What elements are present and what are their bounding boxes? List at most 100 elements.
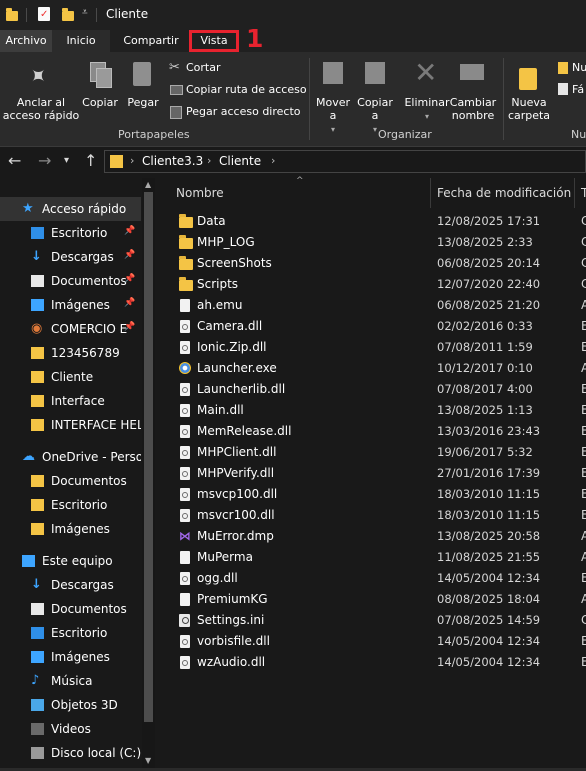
sidebar-item[interactable]: Documentos (0, 597, 141, 621)
file-row[interactable]: ah.emu 06/08/2025 21:20 A (157, 295, 586, 316)
back-arrow-icon[interactable]: ← (8, 151, 21, 170)
up-arrow-icon[interactable]: ↑ (84, 151, 97, 170)
sidebar-item[interactable]: INTERFACE HELP (0, 413, 141, 437)
file-row[interactable]: Launcherlib.dll 07/08/2017 4:00 E (157, 379, 586, 400)
file-row[interactable]: MuPerma 11/08/2025 21:55 A (157, 547, 586, 568)
sidebar-item[interactable]: ★ Acceso rápido (0, 197, 141, 221)
sidebar-item[interactable]: Imágenes (0, 645, 141, 669)
file-row[interactable]: MemRelease.dll 13/03/2016 23:43 E (157, 421, 586, 442)
file-row[interactable]: ogg.dll 14/05/2004 12:34 E (157, 568, 586, 589)
file-row[interactable]: Data 12/08/2025 17:31 C (157, 211, 586, 232)
file-row[interactable]: Camera.dll 02/02/2016 0:33 E (157, 316, 586, 337)
pin-icon[interactable]: 📌 (124, 250, 135, 260)
pin-icon[interactable]: 📌 (124, 274, 135, 284)
file-row[interactable]: wzAudio.dll 14/05/2004 12:34 E (157, 652, 586, 673)
file-type: E (581, 466, 586, 480)
file-date-modified: 11/08/2025 21:55 (437, 550, 541, 564)
sidebar-item[interactable]: Imágenes 📌 (0, 293, 141, 317)
sidebar-item[interactable]: Interface (0, 389, 141, 413)
file-date-modified: 07/08/2011 1:59 (437, 340, 533, 354)
copy-path-button[interactable]: Copiar ruta de acceso (186, 83, 307, 96)
scissors-icon: ✂ (169, 60, 180, 75)
file-row[interactable]: msvcr100.dll 18/03/2010 11:15 E (157, 505, 586, 526)
new-folder-quick-icon[interactable] (62, 8, 74, 21)
file-name: Settings.ini (197, 613, 265, 627)
file-row[interactable]: PremiumKG 08/08/2025 18:04 A (157, 589, 586, 610)
sidebar-item[interactable]: Cliente (0, 365, 141, 389)
file-row[interactable]: Ionic.Zip.dll 07/08/2011 1:59 E (157, 337, 586, 358)
paste-shortcut-button[interactable]: Pegar acceso directo (186, 105, 301, 118)
sidebar-item[interactable]: Documentos 📌 (0, 269, 141, 293)
sidebar-item[interactable]: Documentos (0, 469, 141, 493)
file-row[interactable]: Settings.ini 07/08/2025 14:59 C (157, 610, 586, 631)
sidebar-item[interactable]: ♪ Música (0, 669, 141, 693)
sidebar-item[interactable]: Disco local (C:) (0, 741, 141, 765)
sort-up-icon: ^ (296, 176, 304, 186)
file-row[interactable]: msvcp100.dll 18/03/2010 11:15 E (157, 484, 586, 505)
file-row[interactable]: MHPClient.dll 19/06/2017 5:32 E (157, 442, 586, 463)
scroll-up-icon[interactable]: ▲ (145, 180, 151, 189)
paste-button[interactable]: Pegar (122, 96, 164, 109)
address-bar[interactable]: › Cliente3.3 › Cliente › (104, 150, 586, 173)
tab-view[interactable]: Vista (189, 30, 239, 52)
column-header-name[interactable]: Nombre (176, 186, 224, 200)
column-separator[interactable] (430, 178, 431, 208)
recent-locations-chevron-icon[interactable]: ▾ (64, 155, 69, 166)
scrollbar-thumb[interactable] (144, 192, 153, 722)
pin-icon[interactable]: 📌 (124, 322, 135, 332)
new-item-button[interactable]: Nu (572, 61, 586, 74)
file-row[interactable]: MHPVerify.dll 27/01/2016 17:39 E (157, 463, 586, 484)
move-to-icon (323, 62, 343, 84)
pin-icon[interactable]: 📌 (124, 226, 135, 236)
sidebar-item[interactable]: Escritorio 📌 (0, 221, 141, 245)
folder-icon (31, 371, 44, 383)
sidebar-item[interactable]: Objetos 3D (0, 693, 141, 717)
document-icon (31, 275, 44, 287)
easy-access-button[interactable]: Fá (572, 83, 584, 96)
sidebar-item[interactable]: ☁ OneDrive - Person (0, 445, 141, 469)
file-row[interactable]: MHP_LOG 13/08/2025 2:33 C (157, 232, 586, 253)
cut-button[interactable]: Cortar (186, 61, 221, 74)
file-row[interactable]: vorbisfile.dll 14/05/2004 12:34 E (157, 631, 586, 652)
forward-arrow-icon[interactable]: → (38, 151, 51, 170)
sidebar-item[interactable]: Escritorio (0, 621, 141, 645)
delete-button[interactable]: Eliminar ▾ (402, 96, 452, 123)
new-group-label: Nu (571, 128, 586, 141)
dll-icon (180, 383, 190, 396)
sidebar-item[interactable]: ◉ COMERCIO E 📌 (0, 317, 141, 341)
tab-home[interactable]: Inicio (52, 30, 110, 52)
rename-button[interactable]: Cambiar nombre (448, 96, 498, 122)
sidebar-item[interactable]: Este equipo (0, 549, 141, 573)
sidebar-item[interactable]: Videos (0, 717, 141, 741)
customize-quick-access-icon[interactable]: ⩡ (82, 7, 88, 18)
column-header-date[interactable]: Fecha de modificación (437, 186, 571, 200)
tab-share[interactable]: Compartir (118, 30, 184, 52)
pin-icon[interactable]: 📌 (124, 298, 135, 308)
sidebar-item-label: Descargas (51, 578, 114, 592)
column-separator[interactable] (574, 178, 575, 208)
sidebar-item[interactable]: 123456789 (0, 341, 141, 365)
breadcrumb-cliente33[interactable]: Cliente3.3 (142, 154, 203, 168)
sidebar-item-label: COMERCIO E (51, 322, 128, 336)
move-to-button[interactable]: Mover a ▾ (312, 96, 354, 136)
file-row[interactable]: ⋈ MuError.dmp 13/08/2025 20:58 A (157, 526, 586, 547)
tab-file[interactable]: Archivo (0, 30, 52, 52)
sidebar-item[interactable]: Imágenes (0, 517, 141, 541)
properties-icon[interactable]: ✓ (38, 7, 50, 21)
file-row[interactable]: ScreenShots 06/08/2025 20:14 C (157, 253, 586, 274)
copy-button[interactable]: Copiar (80, 96, 120, 109)
pin-quick-access-button[interactable]: Anclar al acceso rápido (2, 96, 80, 122)
sidebar-item[interactable]: ↓ Descargas (0, 573, 141, 597)
file-row[interactable]: Scripts 12/07/2020 22:40 C (157, 274, 586, 295)
column-header-type[interactable]: T (581, 186, 586, 200)
sidebar-item-label: Documentos (51, 474, 127, 488)
file-row[interactable]: Main.dll 13/08/2025 1:13 E (157, 400, 586, 421)
scroll-down-icon[interactable]: ▼ (145, 756, 151, 765)
new-folder-button[interactable]: Nueva carpeta (506, 96, 552, 122)
sidebar-item[interactable]: ↓ Descargas 📌 (0, 245, 141, 269)
breadcrumb-cliente[interactable]: Cliente (219, 154, 261, 168)
sidebar-item-label: OneDrive - Person (42, 450, 141, 464)
file-name: PremiumKG (197, 592, 268, 606)
file-row[interactable]: Launcher.exe 10/12/2017 0:10 A (157, 358, 586, 379)
sidebar-item[interactable]: Escritorio (0, 493, 141, 517)
